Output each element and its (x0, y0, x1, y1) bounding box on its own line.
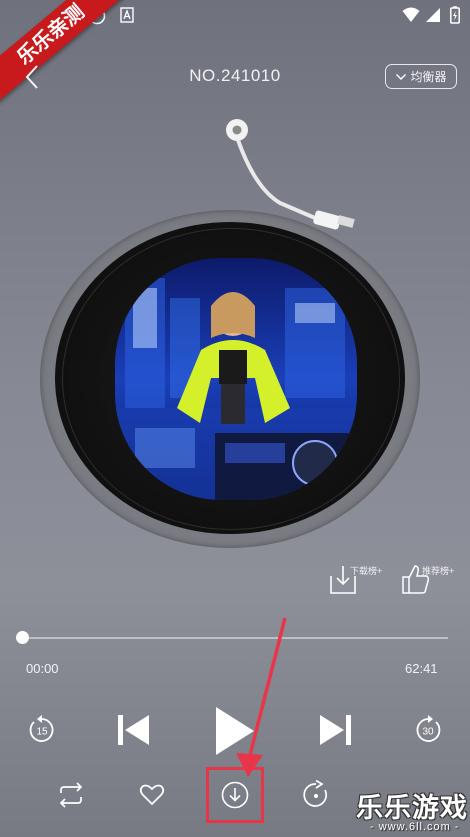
rewind-seconds: 15 (36, 727, 48, 738)
annotation-highlight-box (206, 767, 264, 823)
tonearm (226, 119, 355, 230)
progress-thumb[interactable] (16, 631, 29, 644)
next-icon (320, 715, 351, 745)
share-button[interactable] (300, 779, 332, 811)
album-cover[interactable] (115, 258, 357, 500)
recommend-rank-button[interactable]: 推荐榜+ (401, 562, 461, 596)
next-button[interactable] (316, 711, 356, 749)
heart-icon (139, 784, 165, 806)
signal-icon (426, 8, 440, 22)
wifi-icon (402, 7, 420, 22)
previous-button[interactable] (113, 711, 153, 749)
brand-name: 乐乐游戏 (356, 793, 468, 823)
back-icon (25, 65, 38, 89)
previous-icon (118, 715, 149, 745)
equalizer-button[interactable]: 均衡器 (385, 64, 457, 89)
favorite-button[interactable] (137, 781, 167, 809)
brand-watermark: 乐乐游戏 - www.6ll.com - (352, 780, 470, 837)
album-cover-image (115, 258, 357, 500)
repeat-button[interactable] (55, 780, 87, 810)
download-rank-label: 下载榜+ (350, 566, 383, 576)
recommend-rank-label: 推荐榜+ (422, 566, 455, 576)
equalizer-chevron-icon (396, 73, 407, 80)
forward-30-icon: 30 (416, 715, 441, 742)
battery-charging-icon (450, 6, 460, 24)
song-title: NO.241010 (189, 66, 281, 85)
equalizer-label: 均衡器 (410, 70, 447, 84)
share-icon (303, 780, 328, 807)
forward-seconds: 30 (422, 727, 434, 738)
current-time: 00:00 (26, 661, 59, 676)
brand-url: - www.6ll.com - (370, 821, 460, 833)
repeat-icon (59, 782, 83, 808)
annotation-arrow (236, 617, 287, 777)
forward-30-button[interactable]: 30 (412, 714, 444, 746)
text-status-icon (120, 7, 134, 23)
download-rank-button[interactable]: 下载榜+ (328, 562, 383, 596)
back-button[interactable] (20, 62, 48, 92)
rewind-15-button[interactable]: 15 (26, 714, 58, 746)
rewind-15-icon: 15 (29, 715, 54, 742)
total-time: 62:41 (405, 661, 438, 676)
